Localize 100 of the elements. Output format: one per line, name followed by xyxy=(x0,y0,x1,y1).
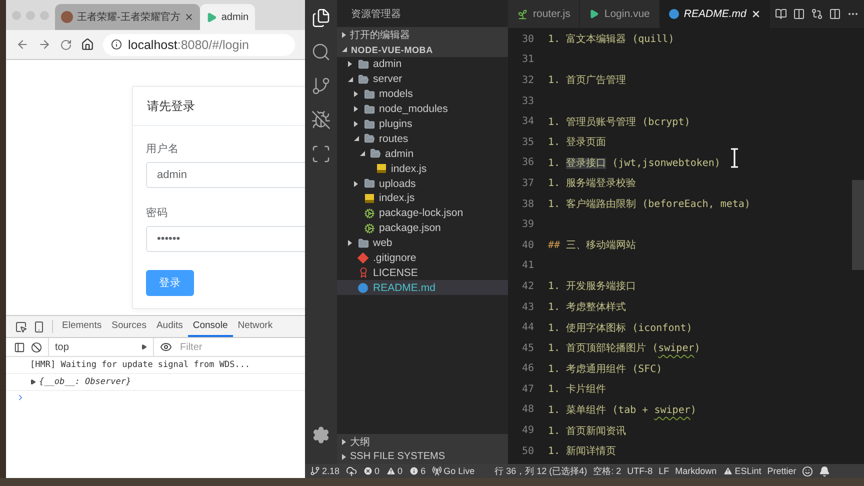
line-number: 34 xyxy=(520,116,535,128)
section-header[interactable]: SSH FILE SYSTEMS xyxy=(337,449,508,464)
browser-tab[interactable]: admin xyxy=(200,4,255,30)
file-item[interactable]: .gitignore xyxy=(337,250,508,266)
branch-icon[interactable] xyxy=(311,76,331,96)
back-icon[interactable] xyxy=(16,38,29,51)
line-number: 42 xyxy=(520,280,535,292)
sidebar-icon[interactable] xyxy=(14,342,25,352)
editor-tab[interactable]: README.md xyxy=(660,0,772,28)
code-line: 1. 首页新闻资讯 xyxy=(548,424,626,438)
browser-tab[interactable]: 王者荣耀-王者荣耀官方 xyxy=(55,4,200,30)
devtools-tab[interactable]: Sources xyxy=(106,316,152,337)
folder-item[interactable]: uploads xyxy=(337,176,508,192)
inspect-icon[interactable] xyxy=(15,320,27,332)
line-number: 47 xyxy=(520,384,535,395)
collapsed-caret-icon xyxy=(348,240,352,246)
section-header[interactable]: 打开的编辑器 xyxy=(337,27,508,42)
code-line: 1. 新闻详情页 xyxy=(548,444,616,458)
tab-title: Login.vue xyxy=(604,8,650,20)
expanded-caret-icon xyxy=(354,136,358,142)
console-object[interactable]: {__ob__: Observer} xyxy=(39,377,132,387)
context-select[interactable]: top xyxy=(48,338,154,356)
folder-item[interactable]: routes xyxy=(337,131,508,146)
home-icon[interactable] xyxy=(81,38,94,51)
file-item[interactable]: LICENSE xyxy=(337,265,508,280)
folder-item[interactable]: admin xyxy=(337,57,508,72)
split-preview-icon[interactable] xyxy=(793,8,805,20)
eslint-status[interactable]: ESLint xyxy=(722,466,762,476)
filter-field[interactable]: Filter xyxy=(178,340,268,354)
line-number: 36 xyxy=(520,157,535,168)
eye-icon[interactable] xyxy=(160,341,172,353)
error-count[interactable]: 0 xyxy=(362,466,380,476)
open-folder-icon xyxy=(358,74,368,85)
line-number: 30 xyxy=(520,34,535,45)
cloud-upload-icon[interactable] xyxy=(346,466,357,476)
clear-icon[interactable] xyxy=(31,342,42,352)
devtools-tab[interactable]: Console xyxy=(188,316,233,337)
file-item[interactable]: index.js xyxy=(337,161,508,176)
folder-item[interactable]: admin xyxy=(337,146,508,162)
caret-icon xyxy=(342,32,346,38)
folder-item[interactable]: server xyxy=(337,72,508,87)
avatar-icon xyxy=(61,11,73,23)
folder-item[interactable]: node_modules xyxy=(337,102,508,117)
info-count[interactable]: 6 xyxy=(408,466,426,476)
scrollbar-thumb[interactable] xyxy=(852,180,864,270)
line-number: 37 xyxy=(520,178,535,189)
status-item[interactable]: UTF-8 xyxy=(627,466,653,476)
editor-tab[interactable]: router.js xyxy=(508,0,580,28)
compare-icon[interactable] xyxy=(811,8,823,20)
files-icon[interactable] xyxy=(311,8,331,28)
status-item[interactable]: 空格: 2 xyxy=(593,464,622,478)
smiley-icon[interactable] xyxy=(802,466,814,476)
address-bar[interactable]: localhost:8080/#/login xyxy=(103,34,295,56)
close-icon[interactable] xyxy=(751,9,762,19)
warning-count[interactable]: 0 xyxy=(386,466,403,476)
folder-item[interactable]: plugins xyxy=(337,116,508,132)
line-number: 44 xyxy=(520,322,535,334)
split-editor-icon[interactable] xyxy=(829,8,841,20)
bell-icon[interactable] xyxy=(819,466,830,476)
devtools-tab[interactable]: Elements xyxy=(57,316,107,337)
devtools-tab[interactable]: Network xyxy=(232,316,278,337)
file-item[interactable]: package-lock.json xyxy=(337,206,508,221)
branch-status[interactable]: 2.18 xyxy=(310,466,340,476)
search-icon[interactable] xyxy=(311,42,331,62)
disclosure-icon[interactable] xyxy=(30,379,36,385)
file-item[interactable]: index.js xyxy=(337,191,508,206)
folder-item[interactable]: models xyxy=(337,86,508,102)
device-icon[interactable] xyxy=(33,320,45,332)
file-item[interactable]: package.json xyxy=(337,220,508,236)
reload-icon[interactable] xyxy=(60,38,72,50)
folder-icon xyxy=(364,88,374,100)
status-item[interactable]: Markdown xyxy=(675,466,717,476)
close-icon[interactable] xyxy=(184,12,194,22)
bug-icon[interactable] xyxy=(311,110,331,130)
status-item[interactable]: Prettier xyxy=(767,466,796,476)
tab-title: admin xyxy=(221,12,249,22)
js-file-icon xyxy=(364,194,374,203)
input-field[interactable]: admin xyxy=(146,162,305,188)
settings-icon[interactable] xyxy=(312,426,330,444)
field-label: 密码 xyxy=(146,206,169,220)
project-header[interactable]: NODE-VUE-MOBA xyxy=(337,42,508,57)
preview-icon[interactable] xyxy=(775,8,787,20)
scan-frame-icon[interactable] xyxy=(311,144,331,164)
file-item[interactable]: README.md xyxy=(337,280,508,296)
devtools-tab[interactable]: Audits xyxy=(151,316,188,337)
forward-icon[interactable] xyxy=(38,38,51,51)
line-number: 40 xyxy=(520,240,535,251)
status-item[interactable]: LF xyxy=(658,466,670,476)
folder-icon xyxy=(364,178,374,190)
code-line: 1. 登录接口 (jwt,jsonwebtoken) xyxy=(548,156,720,170)
folder-item[interactable]: web xyxy=(337,236,508,251)
section-header[interactable]: 大纲 xyxy=(337,434,508,449)
tab-title: README.md xyxy=(684,8,746,20)
expanded-caret-icon xyxy=(348,76,352,82)
input-field[interactable]: •••••• xyxy=(146,226,305,252)
status-item[interactable]: 行 36，列 12 (已选择4) xyxy=(494,464,588,478)
folder-icon xyxy=(364,104,374,115)
go-live-button[interactable]: Go Live xyxy=(432,466,475,476)
line-number: 49 xyxy=(520,425,535,436)
editor-tab[interactable]: Login.vue xyxy=(580,0,660,28)
